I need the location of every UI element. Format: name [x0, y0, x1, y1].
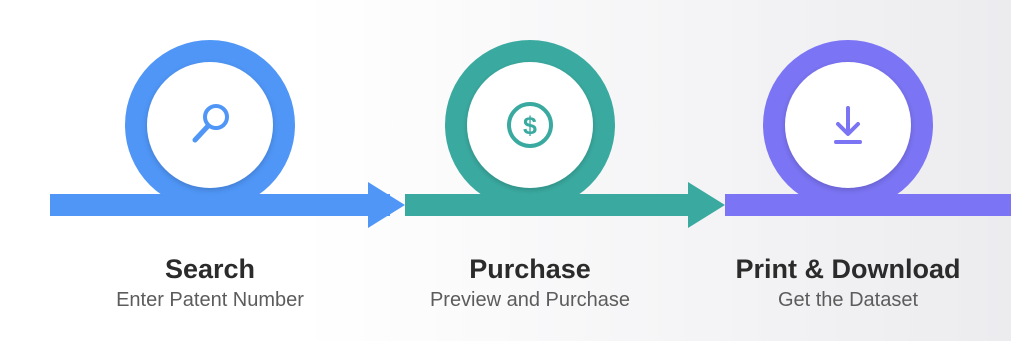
step-title: Print & Download: [735, 254, 961, 284]
step-purchase: Purchase Preview and Purchase: [380, 252, 680, 314]
step-subtitle: Get the Dataset: [777, 289, 919, 311]
arrow-head-purchase: [688, 182, 725, 228]
step-subtitle: Preview and Purchase: [429, 289, 631, 311]
svg-text:$: $: [523, 112, 537, 140]
step-subtitle: Enter Patent Number: [116, 289, 304, 311]
step-title: Purchase: [469, 254, 591, 284]
step-search: Search Enter Patent Number: [60, 252, 360, 314]
step-download: Print & Download Get the Dataset: [698, 252, 998, 314]
step-title: Search: [164, 254, 256, 284]
arrow-head-search: [368, 182, 405, 228]
